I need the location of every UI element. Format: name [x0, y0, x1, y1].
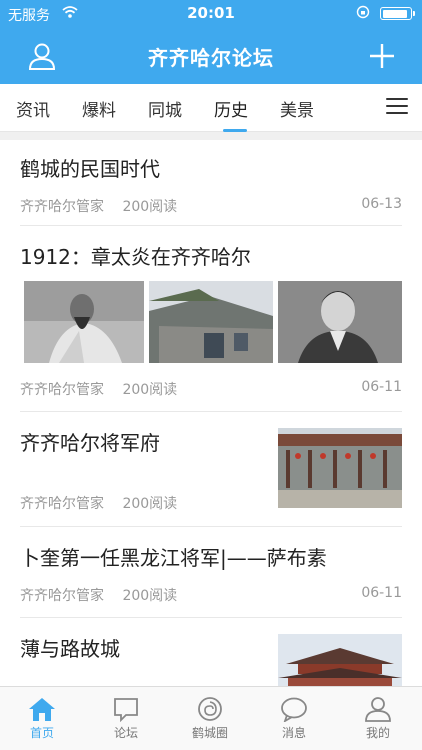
circle-icon: [198, 697, 222, 721]
tab-reports[interactable]: 爆料: [82, 96, 116, 121]
tab-news[interactable]: 资讯: [16, 96, 50, 121]
tab-history[interactable]: 历史: [214, 96, 248, 121]
tab-scenery[interactable]: 美景: [280, 96, 314, 121]
mansion-thumbnail: [278, 428, 402, 508]
navigation-bar: 齐齐哈尔论坛: [0, 28, 422, 84]
ancient-city-thumbnail: [278, 634, 402, 686]
article-meta: 齐齐哈尔管家 200阅读: [20, 493, 177, 513]
bottom-tab-label: 首页: [29, 726, 54, 740]
home-icon: [29, 698, 55, 721]
category-tabs: 资讯 爆料 同城 历史 美景: [0, 84, 422, 132]
bottom-tab-bar: 首页 论坛 鹤城圈 消息 我的: [0, 686, 422, 750]
portrait-thumbnail: [278, 281, 402, 363]
article-author: 齐齐哈尔管家: [20, 199, 104, 215]
status-bar: 无服务 20:01: [0, 0, 422, 28]
article-item[interactable]: 卜奎第一任黑龙江将军|——萨布素 齐齐哈尔管家 200阅读 06-11: [20, 527, 402, 618]
article-item[interactable]: 薄与路故城: [20, 618, 402, 686]
message-icon: [281, 697, 307, 722]
article-date: 06-11: [361, 379, 402, 395]
battery-icon: [380, 7, 415, 20]
article-author: 齐齐哈尔管家: [20, 496, 104, 512]
bottom-tab-label: 消息: [281, 726, 306, 740]
article-meta: 齐齐哈尔管家 200阅读: [20, 196, 177, 216]
bottom-tab-messages[interactable]: 消息: [252, 687, 336, 750]
old-building-thumbnail: [149, 281, 273, 363]
bottom-tab-label: 鹤城圈: [191, 726, 228, 740]
bottom-tab-profile[interactable]: 我的: [336, 687, 420, 750]
bottom-tab-forum[interactable]: 论坛: [84, 687, 168, 750]
article-date: 06-11: [361, 585, 402, 601]
article-reads: 200阅读: [122, 382, 178, 398]
article-title: 卜奎第一任黑龙江将军|——萨布素: [20, 546, 327, 570]
article-item[interactable]: 1912：章太炎在齐齐哈尔 齐齐哈尔管家 200阅读 06-11: [20, 226, 402, 412]
forum-icon: [114, 698, 138, 722]
article-date: 06-13: [361, 196, 402, 212]
rotation-lock-icon: [356, 5, 370, 19]
article-title: 鹤城的民国时代: [20, 157, 160, 181]
article-item[interactable]: 齐齐哈尔将军府 齐齐哈尔管家 200阅读: [20, 412, 402, 527]
article-meta: 齐齐哈尔管家 200阅读: [20, 585, 177, 605]
add-icon[interactable]: [366, 40, 398, 72]
article-item[interactable]: 鹤城的民国时代 齐齐哈尔管家 200阅读 06-13: [20, 140, 402, 226]
menu-icon[interactable]: [386, 98, 408, 118]
bottom-tab-circle[interactable]: 鹤城圈: [168, 687, 252, 750]
profile-icon: [365, 697, 391, 722]
tab-local[interactable]: 同城: [148, 96, 182, 121]
page-title: 齐齐哈尔论坛: [148, 46, 274, 70]
article-reads: 200阅读: [122, 496, 178, 512]
divider: [0, 132, 422, 140]
article-title: 齐齐哈尔将军府: [20, 431, 160, 455]
bottom-tab-home[interactable]: 首页: [0, 687, 84, 750]
article-feed: 鹤城的民国时代 齐齐哈尔管家 200阅读 06-13 1912：章太炎在齐齐哈尔: [0, 140, 422, 686]
article-reads: 200阅读: [122, 199, 178, 215]
portrait-thumbnail: [24, 281, 144, 363]
article-title: 薄与路故城: [20, 637, 120, 661]
article-author: 齐齐哈尔管家: [20, 588, 104, 604]
top-bar: 无服务 20:01 齐齐哈尔论坛: [0, 0, 422, 84]
article-reads: 200阅读: [122, 588, 178, 604]
article-author: 齐齐哈尔管家: [20, 382, 104, 398]
bottom-tab-label: 我的: [365, 726, 390, 740]
bottom-tab-label: 论坛: [113, 726, 138, 740]
article-title: 1912：章太炎在齐齐哈尔: [20, 245, 251, 269]
article-meta: 齐齐哈尔管家 200阅读: [20, 379, 177, 399]
